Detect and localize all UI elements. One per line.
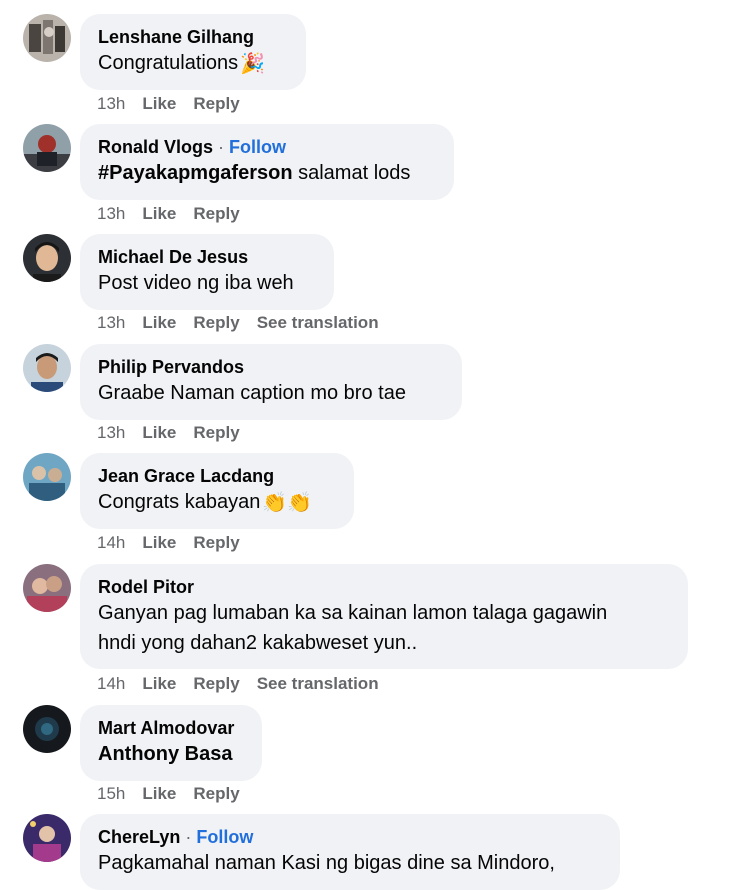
reply-button[interactable]: Reply [193, 784, 239, 804]
comment-time[interactable]: 15h [97, 784, 125, 804]
comment-actions: 13h Like Reply [97, 423, 257, 443]
comment-bubble: Lenshane Gilhang Congratulations 🎉 [80, 14, 306, 90]
like-button[interactable]: Like [142, 423, 176, 443]
comment-actions: 13h Like Reply See translation [97, 313, 396, 333]
comment-text: Post video ng iba weh [98, 272, 294, 294]
avatar[interactable] [23, 814, 71, 862]
comment-text: Congrats kabayan [98, 491, 261, 513]
hashtag-link[interactable]: #Payakapmgaferson [98, 162, 293, 184]
comment-bubble: Philip Pervandos Graabe Naman caption mo… [80, 344, 462, 420]
comment-text: Pagkamahal naman Kasi ng bigas dine sa M… [98, 852, 555, 874]
comment-author[interactable]: Mart Almodovar [98, 718, 234, 738]
avatar[interactable] [23, 14, 71, 62]
comment-text-line: hndi yong dahan2 kakabweset yun.. [98, 632, 418, 654]
comment-time[interactable]: 13h [97, 204, 125, 224]
like-button[interactable]: Like [142, 784, 176, 804]
reply-button[interactable]: Reply [193, 204, 239, 224]
avatar[interactable] [23, 453, 71, 501]
avatar[interactable] [23, 344, 71, 392]
comment-author[interactable]: Michael De Jesus [98, 247, 248, 267]
comment-text-line: Ganyan pag lumaban ka sa kainan lamon ta… [98, 602, 608, 624]
avatar[interactable] [23, 124, 71, 172]
mention-link[interactable]: Anthony Basa [98, 743, 232, 765]
avatar[interactable] [23, 705, 71, 753]
like-button[interactable]: Like [142, 313, 176, 333]
see-translation-link[interactable]: See translation [257, 313, 379, 333]
separator-dot: · [218, 137, 225, 157]
follow-button[interactable]: Follow [229, 137, 286, 157]
comment-time[interactable]: 13h [97, 423, 125, 443]
comment-actions: 14h Like Reply [97, 533, 257, 553]
comment-actions: 13h Like Reply [97, 94, 257, 114]
comment-actions: 13h Like Reply [97, 204, 257, 224]
comment-bubble: ChereLyn · Follow Pagkamahal naman Kasi … [80, 814, 620, 890]
reply-button[interactable]: Reply [193, 674, 239, 694]
like-button[interactable]: Like [142, 204, 176, 224]
comment-author[interactable]: Rodel Pitor [98, 577, 194, 597]
comment-author[interactable]: Ronald Vlogs [98, 137, 213, 157]
comment-actions: 14h Like Reply See translation [97, 674, 396, 694]
comment-text: Congratulations [98, 52, 239, 74]
avatar[interactable] [23, 564, 71, 612]
comment-text: salamat lods [298, 162, 411, 184]
reply-button[interactable]: Reply [193, 313, 239, 333]
comment-bubble: Michael De Jesus Post video ng iba weh [80, 234, 334, 310]
comment-actions: 15h Like Reply [97, 784, 257, 804]
comment-author[interactable]: Jean Grace Lacdang [98, 466, 274, 486]
comment-time[interactable]: 14h [97, 674, 125, 694]
reply-button[interactable]: Reply [193, 423, 239, 443]
reply-button[interactable]: Reply [193, 533, 239, 553]
comment-text: Graabe Naman caption mo bro tae [98, 382, 406, 404]
reply-button[interactable]: Reply [193, 94, 239, 114]
separator-dot: · [185, 827, 192, 847]
see-translation-link[interactable]: See translation [257, 674, 379, 694]
comment-author[interactable]: Lenshane Gilhang [98, 27, 254, 47]
like-button[interactable]: Like [142, 533, 176, 553]
like-button[interactable]: Like [142, 674, 176, 694]
comment-author[interactable]: ChereLyn [98, 827, 180, 847]
follow-button[interactable]: Follow [196, 827, 253, 847]
party-popper-icon: 🎉 [240, 52, 265, 75]
comment-bubble: Ronald Vlogs · Follow #Payakapmgaferson … [80, 124, 454, 200]
avatar[interactable] [23, 234, 71, 282]
like-button[interactable]: Like [142, 94, 176, 114]
comment-bubble: Jean Grace Lacdang Congrats kabayan 👏👏 [80, 453, 354, 529]
comment-bubble: Mart Almodovar Anthony Basa [80, 705, 262, 781]
top-edge [0, 0, 750, 3]
comment-time[interactable]: 13h [97, 94, 125, 114]
comment-author[interactable]: Philip Pervandos [98, 357, 244, 377]
comment-bubble: Rodel Pitor Ganyan pag lumaban ka sa kai… [80, 564, 688, 669]
clapping-hands-icon: 👏👏 [262, 491, 313, 514]
comment-time[interactable]: 14h [97, 533, 125, 553]
comment-time[interactable]: 13h [97, 313, 125, 333]
